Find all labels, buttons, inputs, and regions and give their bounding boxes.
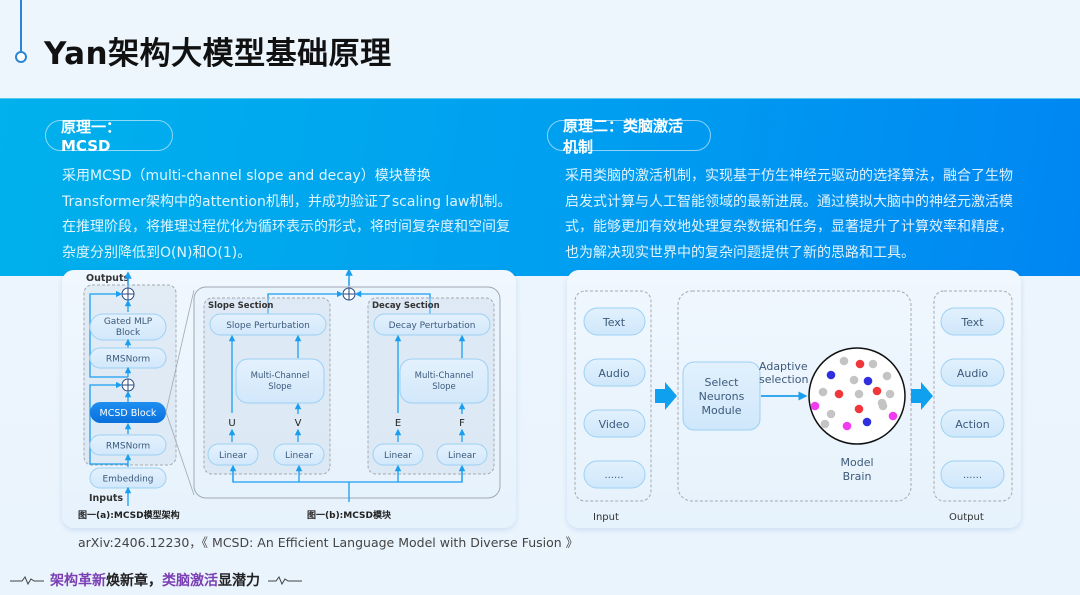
slope-multichannel-block <box>235 358 325 404</box>
neuron-inactive <box>818 387 828 397</box>
neuron-red <box>855 359 865 369</box>
brain-activation-card: Text Audio Video ...... Input Select Neu… <box>567 270 1021 528</box>
input-text-label: Text <box>602 316 626 329</box>
citation: arXiv:2406.12230，《 MCSD: An Efficient La… <box>78 535 579 550</box>
decay-multichannel-label: Multi-Channel <box>415 371 474 381</box>
slogan-part2-text: 显潜力 <box>218 573 260 589</box>
var-e: E <box>395 418 401 429</box>
neuron-inactive <box>849 375 859 385</box>
input-more-label: ...... <box>604 470 623 481</box>
header-timeline-line <box>20 0 22 52</box>
rmsnorm-label-top: RMSNorm <box>106 355 150 365</box>
brain-label-1: Model <box>840 456 873 469</box>
neuron-magenta <box>888 411 898 421</box>
rmsnorm-label-bottom: RMSNorm <box>106 442 150 452</box>
brain-activation-diagram: Text Audio Video ...... Input Select Neu… <box>574 290 1013 523</box>
output-audio-pill: Audio <box>940 358 1005 387</box>
input-more-pill: ...... <box>583 460 646 489</box>
principle-two-description: 采用类脑的激活机制，实现基于仿生神经元驱动的选择算法，融合了生物启发式计算与人工… <box>565 168 1013 261</box>
mcsd-diagram: Outputs Gated MLP Block RMSNorm MCSD Blo… <box>78 268 501 521</box>
neuron-red <box>854 404 864 414</box>
adaptive-label-1: Adaptive <box>759 360 808 373</box>
pulse-line-icon-left <box>10 576 44 586</box>
figure-b-caption: 图一(b):MCSD模块 <box>307 509 392 521</box>
footer-slogan: 架构革新 焕新章， 类脑激活 显潜力 <box>10 570 302 590</box>
output-audio-label: Audio <box>957 367 989 380</box>
neuron-inactive <box>820 419 830 429</box>
decay-section-label: Decay Section <box>372 301 440 311</box>
neuron-inactive <box>854 389 864 399</box>
slogan-part1-highlight: 架构革新 <box>50 573 106 589</box>
output-flow-arrow <box>911 382 933 410</box>
input-audio-pill: Audio <box>583 358 646 387</box>
neuron-blue <box>863 376 873 386</box>
var-f: F <box>459 418 465 429</box>
input-label: Input <box>593 512 619 523</box>
linear-label-f: Linear <box>448 451 476 461</box>
neuron-inactive <box>882 371 892 381</box>
neuron-inactive <box>826 409 836 419</box>
neuron-inactive <box>868 359 878 369</box>
slogan-part2-highlight: 类脑激活 <box>162 573 218 589</box>
mcsd-block-label: MCSD Block <box>100 408 157 419</box>
principle-two-pill: 原理二：类脑激活机制 <box>547 117 711 156</box>
input-flow-arrow <box>655 382 677 410</box>
select-module-label-3: Module <box>702 404 742 417</box>
gated-mlp-label: Gated MLP <box>104 317 153 327</box>
output-text-label: Text <box>960 316 984 329</box>
pulse-line-icon-right <box>268 576 302 586</box>
input-video-pill: Video <box>583 409 646 438</box>
var-u: U <box>228 418 235 429</box>
principle-one-pill: 原理一：MCSD <box>45 118 173 155</box>
neuron-magenta <box>842 421 852 431</box>
slope-multichannel-label-2: Slope <box>268 382 292 392</box>
neuron-inactive <box>877 398 887 408</box>
var-v: V <box>295 418 302 429</box>
decay-perturbation-label: Decay Perturbation <box>389 321 476 331</box>
page-title: Yan架构大模型基础原理 <box>44 36 392 72</box>
neuron-red <box>872 386 882 396</box>
output-action-label: Action <box>955 418 989 431</box>
select-module-label-1: Select <box>705 376 740 389</box>
neuron-inactive <box>839 356 849 366</box>
slope-perturbation-label: Slope Perturbation <box>226 321 310 331</box>
output-action-pill: Action <box>940 409 1005 438</box>
output-text-pill: Text <box>940 307 1005 336</box>
slogan-part1-text: 焕新章， <box>106 573 162 589</box>
figure-a-caption: 图一(a):MCSD模型架构 <box>78 509 180 521</box>
neuron-inactive <box>885 389 895 399</box>
linear-label-e: Linear <box>384 451 412 461</box>
header-timeline-dot <box>15 51 27 63</box>
select-module-label-2: Neurons <box>699 390 745 403</box>
neuron-blue <box>862 417 872 427</box>
principle-one-label: 原理一：MCSD <box>61 118 122 155</box>
neuron-blue <box>826 370 836 380</box>
output-more-label: ...... <box>963 470 982 481</box>
brain-label-2: Brain <box>843 470 872 483</box>
principle-two-label: 原理二：类脑激活机制 <box>563 116 684 156</box>
slope-multichannel-label: Multi-Channel <box>251 371 310 381</box>
output-more-pill: ...... <box>940 460 1005 489</box>
gated-mlp-label-2: Block <box>116 328 141 338</box>
input-text-pill: Text <box>583 307 646 336</box>
inputs-label: Inputs <box>89 493 123 504</box>
mcsd-figure-card: Outputs Gated MLP Block RMSNorm MCSD Blo… <box>62 268 516 528</box>
decay-multichannel-label-2: Slope <box>432 382 456 392</box>
principle-one-description: 采用MCSD（multi-channel slope and decay）模块替… <box>62 168 512 261</box>
neuron-magenta <box>810 401 820 411</box>
linear-label-v: Linear <box>285 451 313 461</box>
outputs-label: Outputs <box>86 273 129 284</box>
embedding-label: Embedding <box>102 475 153 485</box>
adaptive-label-2: selection <box>759 373 808 386</box>
linear-label-u: Linear <box>219 451 247 461</box>
decay-multichannel-block <box>399 358 489 404</box>
input-audio-label: Audio <box>598 367 630 380</box>
output-label: Output <box>949 512 984 523</box>
neuron-red <box>834 389 844 399</box>
slope-section-label: Slope Section <box>208 301 273 311</box>
input-video-label: Video <box>599 418 630 431</box>
